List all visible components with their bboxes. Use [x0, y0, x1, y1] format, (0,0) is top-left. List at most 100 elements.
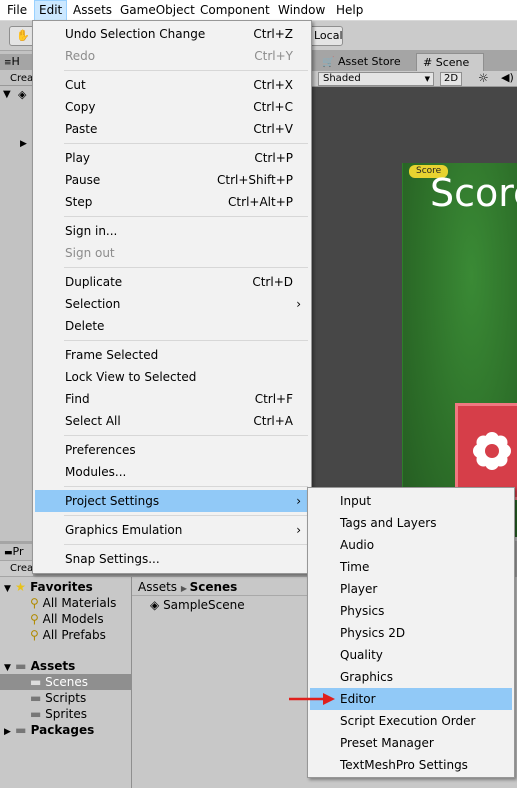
menu-item-label: Time	[340, 560, 370, 574]
menu-item-label: Lock View to Selected	[65, 370, 197, 384]
menu-item-paste[interactable]: Paste Ctrl+V	[35, 118, 309, 140]
menu-assets[interactable]: Assets	[73, 0, 112, 21]
mode-2d-label: 2D	[444, 73, 459, 84]
menu-item-label: Player	[340, 582, 378, 596]
menu-component[interactable]: Component	[200, 0, 270, 21]
project-settings-submenu: Input Tags and Layers Audio Time Player …	[307, 487, 515, 778]
file-sample-scene[interactable]: ◈ SampleScene	[150, 597, 245, 613]
tab-scene[interactable]: # Scene	[416, 53, 484, 71]
menu-item-label: Redo	[65, 49, 96, 63]
tree-item-label: Scripts	[45, 691, 87, 705]
submenu-item-player[interactable]: Player	[310, 578, 512, 600]
menu-item-lock-view[interactable]: Lock View to Selected	[35, 366, 309, 388]
menu-item-step[interactable]: Step Ctrl+Alt+P	[35, 191, 309, 213]
menu-item-copy[interactable]: Copy Ctrl+C	[35, 96, 309, 118]
submenu-item-audio[interactable]: Audio	[310, 534, 512, 556]
project-create-button[interactable]: Crea	[0, 561, 33, 576]
search-icon: ⚲	[30, 628, 39, 642]
submenu-item-textmeshpro-settings[interactable]: TextMeshPro Settings	[310, 754, 512, 776]
menu-item-label: Physics	[340, 604, 385, 618]
menu-item-label: Physics 2D	[340, 626, 406, 640]
menu-item-label: Step	[65, 195, 93, 209]
tree-favorites[interactable]: ▼ ★ Favorites	[0, 579, 132, 595]
menu-separator	[64, 515, 308, 516]
menu-help[interactable]: Help	[336, 0, 363, 21]
submenu-item-graphics[interactable]: Graphics	[310, 666, 512, 688]
submenu-item-time[interactable]: Time	[310, 556, 512, 578]
menu-item-sign-in[interactable]: Sign in...	[35, 220, 309, 242]
shading-mode-dropdown[interactable]: Shaded ▼	[318, 72, 434, 86]
tree-packages[interactable]: ▶ ▬ Packages	[0, 722, 132, 738]
project-create-label: Crea	[10, 563, 34, 574]
audio-icon[interactable]: ◀)	[501, 71, 514, 84]
breadcrumb: Assets ▶ Scenes	[132, 578, 308, 596]
submenu-item-physics[interactable]: Physics	[310, 600, 512, 622]
tree-all-materials[interactable]: ⚲ All Materials	[0, 595, 132, 611]
tab-asset-store-label: Asset Store	[337, 55, 401, 68]
hierarchy-tab[interactable]: ≡H	[0, 54, 33, 70]
menu-item-label: Graphics	[340, 670, 393, 684]
menu-item-project-settings[interactable]: Project Settings ›	[35, 490, 309, 512]
menu-item-graphics-emulation[interactable]: Graphics Emulation ›	[35, 519, 309, 541]
submenu-item-physics-2d[interactable]: Physics 2D	[310, 622, 512, 644]
menu-item-frame-selected[interactable]: Frame Selected	[35, 344, 309, 366]
menu-item-label: Delete	[65, 319, 105, 333]
menu-item-shortcut: Ctrl+F	[254, 392, 293, 406]
submenu-item-quality[interactable]: Quality	[310, 644, 512, 666]
tree-assets[interactable]: ▼ ▬ Assets	[0, 658, 132, 674]
hierarchy-create-button[interactable]: Crea	[0, 71, 33, 86]
tree-item-label: All Materials	[42, 596, 117, 610]
folder-icon: ▬	[30, 675, 42, 689]
submenu-item-script-execution-order[interactable]: Script Execution Order	[310, 710, 512, 732]
menu-item-select-all[interactable]: Select All Ctrl+A	[35, 410, 309, 432]
menu-edit[interactable]: Edit	[34, 0, 68, 21]
tree-all-prefabs[interactable]: ⚲ All Prefabs	[0, 627, 132, 643]
submenu-item-editor[interactable]: Editor	[310, 688, 512, 710]
menu-item-shortcut: Ctrl+C	[253, 100, 293, 114]
menu-file[interactable]: File	[7, 0, 27, 21]
menu-item-selection[interactable]: Selection ›	[35, 293, 309, 315]
tree-scenes[interactable]: ▬ Scenes	[0, 674, 131, 690]
breadcrumb-assets[interactable]: Assets	[138, 580, 177, 594]
search-icon: ⚲	[30, 612, 39, 626]
menu-item-play[interactable]: Play Ctrl+P	[35, 147, 309, 169]
menu-item-cut[interactable]: Cut Ctrl+X	[35, 74, 309, 96]
scene-tab-bar: 🛒 Asset Store # Scene	[312, 51, 517, 71]
menu-item-preferences[interactable]: Preferences	[35, 439, 309, 461]
menu-item-label: Project Settings	[65, 494, 160, 508]
hand-icon: ✋	[16, 29, 30, 42]
menu-item-pause[interactable]: Pause Ctrl+Shift+P	[35, 169, 309, 191]
menu-item-sign-out[interactable]: Sign out	[35, 242, 309, 264]
lighting-icon[interactable]: ☼	[478, 71, 489, 85]
menu-item-redo[interactable]: Redo Ctrl+Y	[35, 45, 309, 67]
tree-favorites-label: Favorites	[30, 580, 93, 594]
menu-item-label: Selection	[65, 297, 121, 311]
breadcrumb-scenes[interactable]: Scenes	[190, 580, 238, 594]
submenu-item-tags-and-layers[interactable]: Tags and Layers	[310, 512, 512, 534]
menu-window[interactable]: Window	[278, 0, 325, 21]
collapse-arrow-icon[interactable]: ▶	[20, 139, 27, 149]
menu-item-undo[interactable]: Undo Selection Change Ctrl+Z	[35, 23, 309, 45]
menu-item-modules[interactable]: Modules...	[35, 461, 309, 483]
tree-all-models[interactable]: ⚲ All Models	[0, 611, 132, 627]
menu-item-delete[interactable]: Delete	[35, 315, 309, 337]
menu-item-find[interactable]: Find Ctrl+F	[35, 388, 309, 410]
pivot-local-button[interactable]: Local	[307, 26, 343, 46]
menu-item-label: Frame Selected	[65, 348, 159, 362]
submenu-item-input[interactable]: Input	[310, 490, 512, 512]
menu-item-label: Preset Manager	[340, 736, 434, 750]
menu-item-shortcut: Ctrl+A	[253, 414, 293, 428]
menu-item-snap-settings[interactable]: Snap Settings...	[35, 548, 309, 570]
menu-gameobject[interactable]: GameObject	[120, 0, 195, 21]
submenu-item-preset-manager[interactable]: Preset Manager	[310, 732, 512, 754]
expand-arrow-icon[interactable]: ▼	[3, 89, 11, 100]
menu-item-label: Modules...	[65, 465, 127, 479]
tree-sprites[interactable]: ▬ Sprites	[0, 706, 132, 722]
tab-asset-store[interactable]: 🛒 Asset Store	[316, 53, 408, 71]
tree-scripts[interactable]: ▬ Scripts	[0, 690, 132, 706]
mode-2d-toggle[interactable]: 2D	[440, 72, 462, 86]
menu-item-label: Undo Selection Change	[65, 27, 206, 41]
project-tab[interactable]: ▬Pr	[0, 544, 33, 560]
menu-separator	[64, 435, 308, 436]
menu-item-duplicate[interactable]: Duplicate Ctrl+D	[35, 271, 309, 293]
